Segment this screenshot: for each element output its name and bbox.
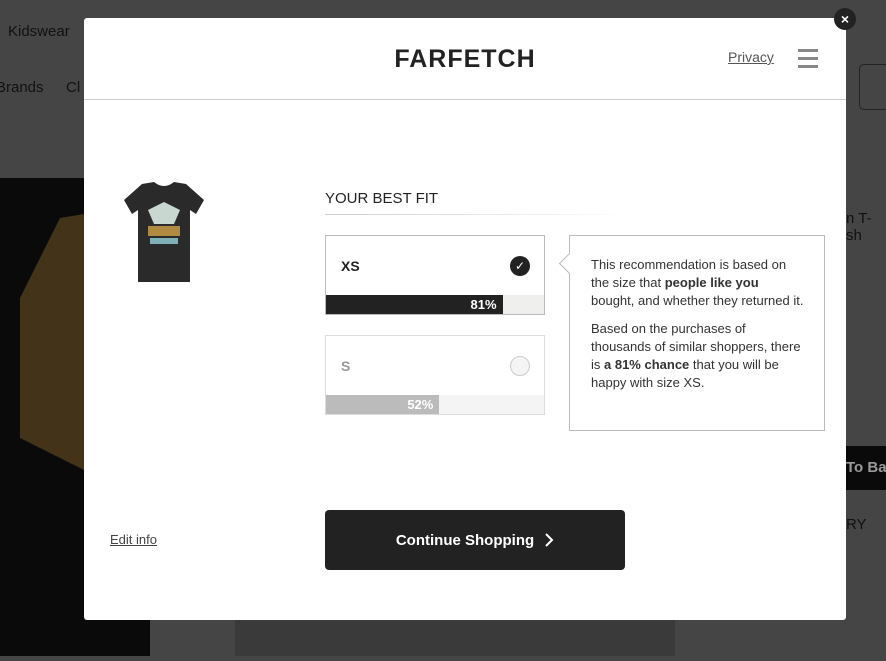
close-icon[interactable]: × <box>834 8 856 30</box>
edit-info-link[interactable]: Edit info <box>110 532 157 547</box>
tooltip-paragraph-1: This recommendation is based on the size… <box>591 257 804 308</box>
add-to-bag-label: To Ba <box>846 459 886 476</box>
size-label: XS <box>341 258 360 274</box>
bg-text: RY <box>846 516 867 533</box>
fit-bar-fill: 81% <box>326 295 503 314</box>
fit-bar: 52% <box>326 395 544 414</box>
check-circle-icon: ✓ <box>510 256 530 276</box>
radio-circle-icon[interactable] <box>510 356 530 376</box>
product-thumbnail <box>122 180 206 289</box>
tooltip-paragraph-2: Based on the purchases of thousands of s… <box>591 321 801 390</box>
size-option-xs[interactable]: XS ✓ 81% <box>325 235 545 315</box>
hamburger-menu-icon[interactable] <box>798 49 818 73</box>
nav-clothing[interactable]: Cl <box>66 79 80 96</box>
continue-shopping-button[interactable]: Continue Shopping <box>325 510 625 570</box>
fit-title: YOUR BEST FIT <box>325 190 439 207</box>
add-to-bag-button[interactable]: To Ba <box>846 446 886 490</box>
size-option-s[interactable]: S 52% <box>325 335 545 415</box>
recommendation-tooltip: This recommendation is based on the size… <box>569 235 825 431</box>
continue-label: Continue Shopping <box>395 531 535 549</box>
chevron-right-icon <box>545 533 554 547</box>
nav-brands[interactable]: Brands <box>0 79 44 96</box>
modal-header: FARFETCH Privacy <box>84 18 846 100</box>
fit-bar: 81% <box>326 295 544 314</box>
search-box[interactable] <box>859 64 886 110</box>
divider <box>325 214 630 215</box>
fit-bar-fill: 52% <box>326 395 440 414</box>
product-image-secondary <box>235 620 675 656</box>
size-fit-modal: FARFETCH Privacy YOUR BEST FIT XS ✓ 81% … <box>84 18 846 620</box>
nav-kidswear[interactable]: Kidswear <box>8 23 70 40</box>
privacy-link[interactable]: Privacy <box>728 49 774 65</box>
size-label: S <box>341 358 351 374</box>
product-title: n T-sh <box>846 210 872 244</box>
